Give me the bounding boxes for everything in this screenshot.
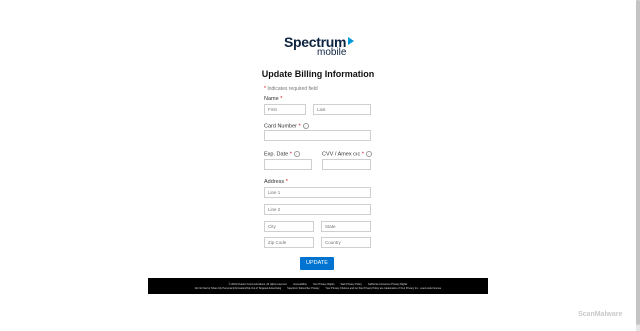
city-field[interactable] xyxy=(264,221,314,232)
first-name-field[interactable] xyxy=(264,104,306,115)
name-label-text: Name xyxy=(264,96,279,102)
footer-link-accessibility[interactable]: Accessibility xyxy=(293,283,307,286)
footer-copyright: © 2024 Charter Communications. All right… xyxy=(228,283,288,286)
footer-link-do-not-sell[interactable]: Do Not Sell or Share My Personal Informa… xyxy=(195,287,281,290)
card-number-field[interactable] xyxy=(264,130,371,141)
cvv-field[interactable] xyxy=(322,159,371,170)
scrollbar-thumb[interactable] xyxy=(636,0,640,325)
update-button[interactable]: UPDATE xyxy=(300,257,334,270)
zip-code-field[interactable] xyxy=(264,237,314,248)
name-label: Name * xyxy=(264,96,282,102)
country-field[interactable] xyxy=(321,237,371,248)
footer-trademark-note: Your Privacy Choices and Go Site Privacy… xyxy=(325,287,442,290)
footer-link-web-privacy[interactable]: Web Privacy Policy xyxy=(340,283,361,286)
last-name-field[interactable] xyxy=(313,104,371,115)
required-star: * xyxy=(298,123,301,130)
required-field-note: * Indicates required field xyxy=(264,86,318,92)
info-icon[interactable]: i xyxy=(302,123,309,129)
footer-row: Do Not Sell or Share My Personal Informa… xyxy=(148,287,488,290)
exp-date-label: Exp. Date * i xyxy=(264,151,300,157)
exp-date-field[interactable] xyxy=(264,159,312,170)
required-note-text: Indicates required field xyxy=(265,86,318,92)
page-title: Update Billing Information xyxy=(261,69,375,79)
address-line2-field[interactable] xyxy=(264,204,371,215)
address-label-text: Address xyxy=(264,179,285,185)
info-icon[interactable]: i xyxy=(365,151,372,157)
address-label: Address * xyxy=(264,179,288,185)
cvv-label: CVV / Amex cıc * i xyxy=(322,151,372,157)
exp-date-label-text: Exp. Date xyxy=(264,151,289,158)
logo-sub: mobile xyxy=(317,47,347,58)
required-star: * xyxy=(285,179,288,185)
card-number-label: Card Number * i xyxy=(264,123,309,129)
scanmalware-watermark: ScanMalware xyxy=(578,311,623,318)
footer: © 2024 Charter Communications. All right… xyxy=(148,278,488,294)
spectrum-mobile-logo: Spectrum mobile xyxy=(284,34,354,58)
footer-link-subscriber-privacy[interactable]: Spectrum Subscriber Privacy xyxy=(287,287,319,290)
required-star: * xyxy=(361,151,364,158)
vertical-scrollbar[interactable] xyxy=(636,0,640,331)
footer-link-privacy-rights[interactable]: Your Privacy Rights xyxy=(313,283,335,286)
state-field[interactable] xyxy=(321,221,371,232)
logo-arrow-icon xyxy=(348,37,354,45)
footer-link-california-privacy[interactable]: California Consumer Privacy Rights xyxy=(368,283,407,286)
address-line1-field[interactable] xyxy=(264,187,371,198)
footer-row: © 2024 Charter Communications. All right… xyxy=(148,283,488,286)
card-number-label-text: Card Number xyxy=(264,123,298,130)
info-icon[interactable]: i xyxy=(293,151,300,157)
required-star: * xyxy=(280,96,283,102)
cvv-label-text: CVV / Amex cıc xyxy=(322,151,361,158)
required-star: * xyxy=(289,151,292,158)
